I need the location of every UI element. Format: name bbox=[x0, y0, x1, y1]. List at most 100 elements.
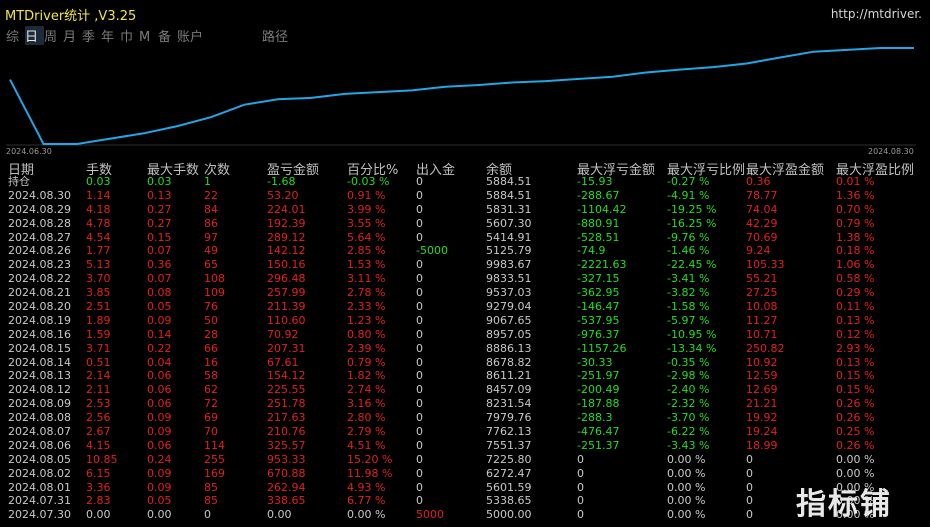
cell-max-float-loss: -200.49 bbox=[577, 383, 620, 397]
cell-lots: 0.00 bbox=[86, 508, 111, 522]
table-row[interactable]: 2024.07.30 0.00 0.00 0 0.00 0.00 % 5000 5000.00… bbox=[0, 508, 930, 522]
cell-percent: 2.80 % bbox=[347, 411, 386, 425]
cell-date: 2024.08.23 bbox=[8, 258, 71, 272]
cell-max-lots: 0.13 bbox=[147, 188, 172, 202]
cell-percent: 15.20 % bbox=[347, 452, 393, 466]
table-row[interactable]: 2024.08.13 2.14 0.06 58 154.12 1.82 % 0 8611.21… bbox=[0, 369, 930, 383]
cell-profit: 262.94 bbox=[267, 480, 306, 494]
cell-max-float-loss: -251.97 bbox=[577, 369, 620, 383]
tab-account[interactable]: 账户 bbox=[177, 26, 207, 45]
cell-count: 28 bbox=[204, 327, 218, 341]
cell-balance: 8957.05 bbox=[486, 327, 532, 341]
cell-lots: 1.89 bbox=[86, 313, 111, 327]
cell-deposit: 5000 bbox=[416, 508, 444, 522]
cell-max-float-profit-pct: 0.00 % bbox=[836, 452, 875, 466]
table-row[interactable]: 2024.07.31 2.83 0.05 85 338.65 6.77 % 0 5338.65… bbox=[0, 494, 930, 508]
cell-max-float-profit: 0.36 bbox=[746, 175, 771, 188]
cell-percent: 0.79 % bbox=[347, 355, 386, 369]
table-row[interactable]: 2024.08.12 2.11 0.06 62 225.55 2.74 % 0 8457.09… bbox=[0, 383, 930, 397]
tab-path[interactable]: 路径 bbox=[262, 26, 288, 45]
cell-deposit: 0 bbox=[416, 258, 423, 272]
table-row[interactable]: 2024.08.30 1.14 0.13 22 53.20 0.91 % 0 5884.51 -… bbox=[0, 189, 930, 203]
tab-summary[interactable]: 综 bbox=[6, 26, 25, 45]
table-row[interactable]: 2024.08.05 10.85 0.24 255 953.33 15.20 % 0 7225… bbox=[0, 453, 930, 467]
cell-balance: 5414.91 bbox=[486, 230, 532, 244]
cell-max-float-profit-pct: 0.15 % bbox=[836, 383, 875, 397]
table-row[interactable]: 2024.08.26 1.77 0.07 49 142.12 2.85 % -5000 512… bbox=[0, 244, 930, 258]
cell-max-lots: 0.09 bbox=[147, 466, 172, 480]
cell-max-float-loss-pct: -16.25 % bbox=[667, 216, 717, 230]
tab-year[interactable]: 年 bbox=[101, 26, 120, 45]
cell-balance: 5338.65 bbox=[486, 494, 532, 508]
cell-percent: 2.39 % bbox=[347, 341, 386, 355]
tab-day[interactable]: 日 bbox=[25, 26, 44, 45]
cell-max-float-loss-pct: -10.95 % bbox=[667, 327, 717, 341]
table-row[interactable]: 2024.08.28 4.78 0.27 86 192.39 3.55 % 0 5607.30… bbox=[0, 217, 930, 231]
table-row[interactable]: 2024.08.29 4.18 0.27 84 224.01 3.99 % 0 5831.31… bbox=[0, 203, 930, 217]
cell-date: 2024.08.21 bbox=[8, 286, 71, 300]
cell-deposit: 0 bbox=[416, 272, 423, 286]
cell-balance: 9983.67 bbox=[486, 258, 532, 272]
cell-profit: 210.76 bbox=[267, 425, 306, 439]
cell-count: 49 bbox=[204, 244, 218, 258]
cell-max-float-profit: 78.77 bbox=[746, 188, 778, 202]
cell-max-lots: 0.09 bbox=[147, 425, 172, 439]
table-row[interactable]: 2024.08.22 3.70 0.07 108 296.48 3.11 % 0 9833.5… bbox=[0, 272, 930, 286]
cell-max-float-profit-pct: 0.18 % bbox=[836, 244, 875, 258]
cell-max-float-profit: 0 bbox=[746, 466, 753, 480]
cell-profit: 142.12 bbox=[267, 244, 306, 258]
cell-count: 255 bbox=[204, 452, 225, 466]
cell-percent: 0.91 % bbox=[347, 188, 386, 202]
cell-max-float-loss-pct: -3.70 % bbox=[667, 411, 710, 425]
table-row[interactable]: 2024.08.14 0.51 0.04 16 67.61 0.79 % 0 8678.82 -… bbox=[0, 356, 930, 370]
cell-deposit: 0 bbox=[416, 230, 423, 244]
cell-deposit: 0 bbox=[416, 216, 423, 230]
cell-max-float-profit: 0 bbox=[746, 508, 753, 522]
cell-max-lots: 0.15 bbox=[147, 230, 172, 244]
cell-count: 70 bbox=[204, 425, 218, 439]
table-row[interactable]: 2024.08.02 6.15 0.09 169 670.88 11.98 % 0 6272.… bbox=[0, 467, 930, 481]
cell-profit: 225.55 bbox=[267, 383, 306, 397]
cell-date: 2024.08.09 bbox=[8, 397, 71, 411]
cell-max-float-loss: -288.67 bbox=[577, 188, 620, 202]
cell-balance: 8457.09 bbox=[486, 383, 532, 397]
cell-max-float-loss-pct: -6.22 % bbox=[667, 425, 710, 439]
table-row[interactable]: 2024.08.07 2.67 0.09 70 210.76 2.79 % 0 7762.13… bbox=[0, 425, 930, 439]
cell-max-float-loss-pct: 0.00 % bbox=[667, 480, 706, 494]
table-row-position[interactable]: 持仓 0.03 0.03 1 -1.68 -0.03 % 0 5884.51 -15.93 -0.… bbox=[0, 175, 930, 189]
cell-max-float-loss: 0 bbox=[577, 452, 584, 466]
table-row[interactable]: 2024.08.21 3.85 0.08 109 257.99 2.78 % 0 9537.0… bbox=[0, 286, 930, 300]
tab-symbol[interactable]: 巾 bbox=[120, 26, 139, 45]
url-link[interactable]: http://mtdriver. bbox=[831, 7, 922, 21]
cell-max-lots: 0.08 bbox=[147, 286, 172, 300]
tab-month[interactable]: 月 bbox=[63, 26, 82, 45]
cell-date: 2024.08.20 bbox=[8, 300, 71, 314]
tab-note[interactable]: 备 bbox=[158, 26, 177, 45]
cell-deposit: 0 bbox=[416, 438, 423, 452]
cell-max-float-loss-pct: -3.82 % bbox=[667, 286, 710, 300]
cell-max-float-profit-pct: 0.26 % bbox=[836, 438, 875, 452]
table-row[interactable]: 2024.08.09 2.53 0.06 72 251.78 3.16 % 0 8231.54… bbox=[0, 397, 930, 411]
table-row[interactable]: 2024.08.27 4.54 0.15 97 289.12 5.64 % 0 5414.91… bbox=[0, 231, 930, 245]
table-row[interactable]: 2024.08.15 3.71 0.22 66 207.31 2.39 % 0 8886.13… bbox=[0, 342, 930, 356]
cell-lots: 2.11 bbox=[86, 383, 111, 397]
cell-count: 16 bbox=[204, 355, 218, 369]
tab-quarter[interactable]: 季 bbox=[82, 26, 101, 45]
table-row[interactable]: 2024.08.20 2.51 0.05 76 211.39 2.33 % 0 9279.04… bbox=[0, 300, 930, 314]
table-row[interactable]: 2024.08.06 4.15 0.06 114 325.57 4.51 % 0 7551.3… bbox=[0, 439, 930, 453]
table-row[interactable]: 2024.08.23 5.13 0.36 65 150.16 1.53 % 0 9983.67… bbox=[0, 258, 930, 272]
cell-lots: 2.67 bbox=[86, 425, 111, 439]
table-row[interactable]: 2024.08.16 1.59 0.14 28 70.92 0.80 % 0 8957.05 -… bbox=[0, 328, 930, 342]
chart-x-start-label: 2024.06.30 bbox=[6, 147, 52, 156]
table-row[interactable]: 2024.08.19 1.89 0.09 50 110.60 1.23 % 0 9067.65… bbox=[0, 314, 930, 328]
watermark-logo: 指标铺 bbox=[796, 487, 892, 522]
cell-max-float-profit-pct: 1.06 % bbox=[836, 258, 875, 272]
table-row[interactable]: 2024.08.08 2.56 0.09 69 217.63 2.80 % 0 7979.76… bbox=[0, 411, 930, 425]
cell-max-float-loss-pct: -2.98 % bbox=[667, 369, 710, 383]
table-row[interactable]: 2024.08.01 3.36 0.09 85 262.94 4.93 % 0 5601.59… bbox=[0, 481, 930, 495]
tab-week[interactable]: 周 bbox=[44, 26, 63, 45]
chart-x-end-label: 2024.08.30 bbox=[868, 147, 914, 156]
tab-magic[interactable]: M bbox=[139, 30, 158, 45]
cell-max-float-profit: 27.25 bbox=[746, 286, 778, 300]
cell-profit: 224.01 bbox=[267, 202, 306, 216]
